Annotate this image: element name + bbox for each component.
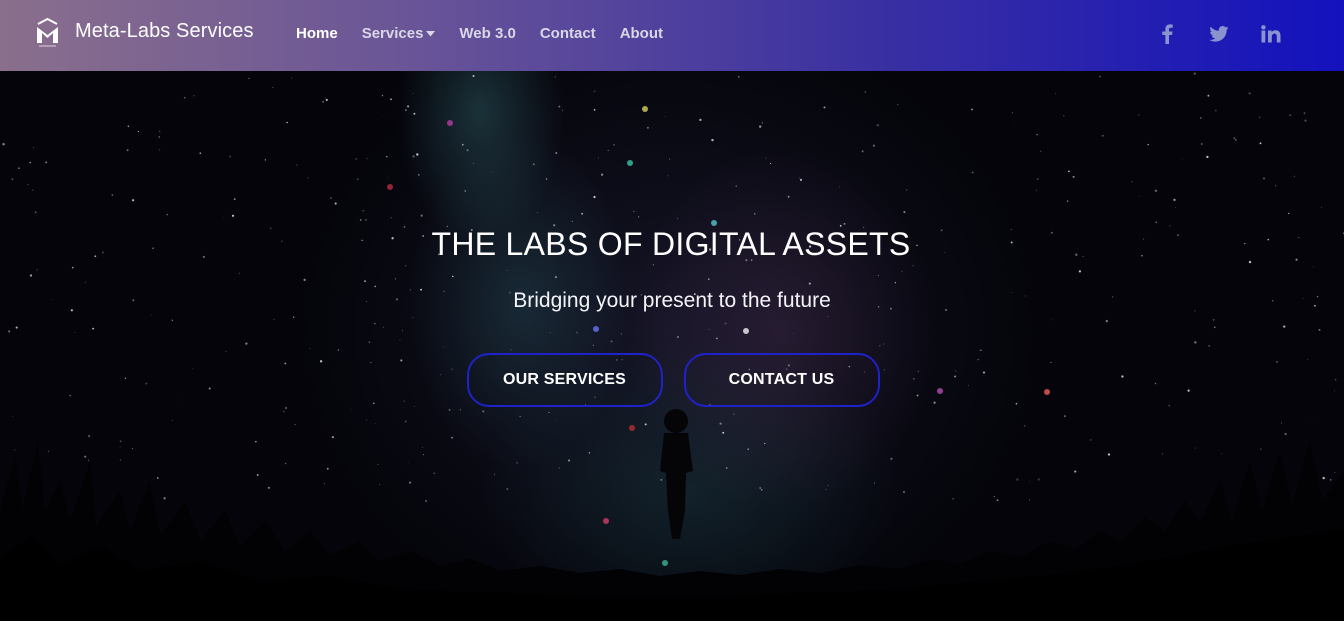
twitter-link[interactable] (1208, 22, 1230, 46)
caret-down-icon (426, 31, 436, 37)
contact-us-button[interactable]: CONTACT US (683, 353, 880, 407)
nav-item-web3[interactable]: Web 3.0 (459, 25, 515, 42)
nav-item-label: Contact (539, 25, 596, 42)
nav-item-home[interactable]: Home (296, 25, 338, 42)
nav-item-label: About (619, 25, 664, 42)
facebook-link[interactable] (1156, 22, 1178, 46)
facebook-icon (1162, 24, 1173, 44)
twitter-icon (1209, 26, 1229, 42)
mlabs-logo-icon (37, 17, 58, 47)
social-links (1156, 22, 1282, 46)
nav-item-label: Services (361, 25, 424, 42)
child-silhouette (660, 409, 693, 539)
nav-item-about[interactable]: About (620, 25, 663, 42)
hero-section: THE LABS OF DIGITAL ASSETS Bridging your… (0, 71, 1344, 621)
page: Meta-Labs Services Home Services Web 3.0… (0, 0, 1344, 621)
hero-title: THE LABS OF DIGITAL ASSETS (431, 226, 911, 262)
nav-item-contact[interactable]: Contact (540, 25, 596, 42)
brand-link[interactable]: Meta-Labs Services (34, 16, 254, 50)
hero-content: THE LABS OF DIGITAL ASSETS Bridging your… (0, 226, 1344, 407)
hero-buttons: OUR SERVICES CONTACT US (1, 353, 1344, 407)
navbar: Meta-Labs Services Home Services Web 3.0… (0, 0, 1344, 71)
nav-item-label: Web 3.0 (459, 25, 516, 42)
linkedin-link[interactable] (1260, 22, 1282, 46)
nav-item-label: Home (296, 25, 338, 42)
hero-subtitle: Bridging your present to the future (513, 289, 831, 312)
nav-links: Home Services Web 3.0 Contact About (296, 25, 687, 42)
our-services-button[interactable]: OUR SERVICES (466, 353, 663, 407)
nav-item-services[interactable]: Services (362, 25, 436, 42)
brand-name: Meta-Labs Services (75, 20, 254, 42)
linkedin-icon (1261, 25, 1281, 43)
